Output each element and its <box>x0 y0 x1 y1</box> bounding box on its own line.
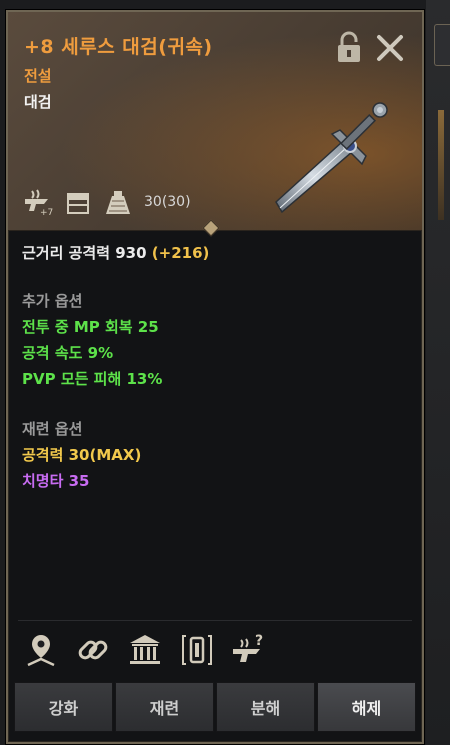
storage-chest-icon <box>67 193 89 214</box>
enhance-button[interactable]: 강화 <box>14 682 113 732</box>
transfer-icon[interactable] <box>178 631 216 669</box>
unequip-button[interactable]: 해제 <box>317 682 416 732</box>
refine-option-line: 공격력 30(MAX) <box>22 446 142 464</box>
divider <box>18 620 412 621</box>
map-pin-icon[interactable] <box>22 631 60 669</box>
greatsword-item-icon <box>275 102 388 214</box>
item-action-buttons: 강화 재련 분해 해제 <box>14 682 416 732</box>
item-title: +8 세루스 대검(귀속) <box>24 36 213 58</box>
main-stat-line: 근거리 공격력 930 (+216) <box>22 240 412 266</box>
extra-option-line: 공격 속도 9% <box>22 344 114 362</box>
anvil-question-icon[interactable]: ? <box>230 631 268 669</box>
item-tooltip-panel: +8 세루스 대검(귀속) 전설 대검 +7 30(30) 근거리 공격력 93… <box>6 10 424 744</box>
item-type: 대검 <box>24 93 52 111</box>
item-attribute-icons: +7 30(30) <box>22 186 191 218</box>
svg-text:?: ? <box>255 633 263 649</box>
item-header: +8 세루스 대검(귀속) 전설 대검 +7 30(30) <box>8 12 422 237</box>
background-tab <box>434 24 450 66</box>
background-stripe <box>438 110 444 220</box>
weight-value: 30(30) <box>144 194 191 210</box>
enchant-level-label: +7 <box>40 208 53 217</box>
disassemble-button[interactable]: 분해 <box>216 682 315 732</box>
extra-options-header: 추가 옵션 <box>22 292 83 310</box>
close-icon[interactable] <box>374 32 406 64</box>
bank-icon[interactable] <box>126 631 164 669</box>
item-stats-body: 근거리 공격력 930 (+216) 추가 옵션 전투 중 MP 회복 25 공… <box>22 240 412 494</box>
weight-icon <box>106 191 130 214</box>
header-divider-ornament <box>202 219 220 237</box>
background-window-edge <box>426 0 450 745</box>
refine-options-header: 재련 옵션 <box>22 420 83 438</box>
main-stat-bonus: (+216) <box>151 244 210 262</box>
item-action-icons: ? <box>22 626 412 674</box>
link-icon[interactable] <box>74 631 112 669</box>
extra-option-line: 전투 중 MP 회복 25 <box>22 318 159 336</box>
main-stat: 근거리 공격력 930 <box>22 244 147 262</box>
extra-option-line: PVP 모든 피해 13% <box>22 370 163 388</box>
refine-button[interactable]: 재련 <box>115 682 214 732</box>
refine-option-line: 치명타 35 <box>22 472 90 490</box>
lock-icon[interactable] <box>334 30 364 64</box>
item-grade: 전설 <box>24 67 52 85</box>
enchant-anvil-icon: +7 <box>25 189 53 217</box>
